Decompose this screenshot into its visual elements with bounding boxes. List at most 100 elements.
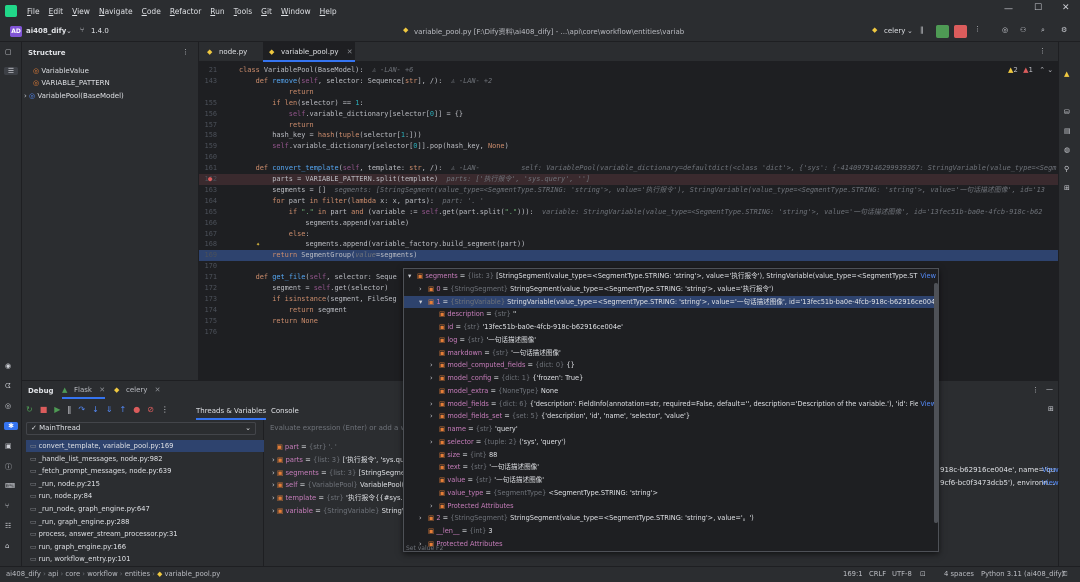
breakpoint-icon[interactable]: ● <box>208 174 212 185</box>
debug-tab-flask[interactable]: ▲ Flask ✕ <box>62 381 106 399</box>
code-line[interactable]: 166 segments.append(variable) <box>199 218 1058 229</box>
structure-options-icon[interactable]: ⋮ <box>182 48 189 56</box>
line-number[interactable]: 171 <box>199 272 217 283</box>
menu-help[interactable]: Help <box>320 7 337 16</box>
readonly-icon[interactable]: ⊡ <box>920 570 926 578</box>
menu-navigate[interactable]: Navigate <box>99 7 133 16</box>
structure-item[interactable]: ◎ VariableValue <box>33 67 89 75</box>
code-line[interactable]: 167 else: <box>199 229 1058 240</box>
code-line[interactable]: 156 self.variable_dictionary[selector[0]… <box>199 109 1058 120</box>
copilot-icon[interactable]: ◍ <box>1064 146 1070 154</box>
pause-icon[interactable]: ‖ <box>67 405 71 414</box>
code-line[interactable]: 164 for part in filter(lambda x: x, part… <box>199 196 1058 207</box>
tabs-more-icon[interactable]: ⋮ <box>1039 47 1046 55</box>
stack-frame[interactable]: ▭ process, answer_stream_processor.py:31 <box>30 528 178 540</box>
line-number[interactable]: 163 <box>199 185 217 196</box>
window-maximize-button[interactable]: ☐ <box>1034 3 1042 13</box>
run-services-icon[interactable]: ᗧ <box>5 382 11 391</box>
variable-value-popup[interactable]: ▾ ▣ segments = {list: 3} [StringSegment(v… <box>403 268 939 552</box>
popup-tree-row[interactable]: ▣ description = {str} '' <box>404 308 938 321</box>
stack-frame[interactable]: ▭ _run, graph_engine.py:288 <box>30 516 129 528</box>
coverage-icon[interactable]: ⊞ <box>1064 184 1070 192</box>
code-line[interactable]: 161 def convert_template(self, template:… <box>199 163 1058 174</box>
stack-frame[interactable]: ▭ run, workflow_entry.py:101 <box>30 553 130 565</box>
project-badge[interactable]: AD <box>10 26 22 37</box>
view-breakpoints-icon[interactable]: ● <box>133 405 140 414</box>
thread-select[interactable]: ✓ MainThread ⌄ <box>26 422 256 435</box>
code-line[interactable]: 165 if "." in part and (variable := self… <box>199 207 1058 218</box>
variable-row[interactable]: › ▣ parts = {list: 3} ['执行报令', 'sys.quer… <box>272 454 408 466</box>
tree-toggle-icon[interactable]: › <box>430 398 439 411</box>
line-number[interactable]: 143 <box>199 76 217 87</box>
popup-tree-row[interactable]: ▣ name = {str} 'query' <box>404 423 938 436</box>
step-into-my-code-icon[interactable]: ⇓ <box>106 405 113 414</box>
close-icon[interactable]: ✕ <box>99 386 105 394</box>
code-line[interactable]: 155 if len(selector) == 1: <box>199 98 1058 109</box>
chevron-right-icon[interactable]: › <box>24 92 27 100</box>
step-out-icon[interactable]: ↑ <box>120 405 127 414</box>
project-name[interactable]: ai408_dify <box>26 27 66 35</box>
stack-frame[interactable]: ▭ convert_template, variable_pool.py:169 <box>26 440 276 452</box>
python-packages-icon[interactable]: ◎ <box>5 402 11 410</box>
code-line[interactable]: 143 def remove(self, selector: Sequence[… <box>199 76 1058 87</box>
line-number[interactable]: 160 <box>199 152 217 163</box>
variable-row[interactable]: › ▣ template = {str} '执行报令{{#sys.que <box>272 492 408 504</box>
line-number[interactable]: 157 <box>199 120 217 131</box>
variable-row[interactable]: ▣ part = {str} '. ' <box>272 441 408 453</box>
line-number[interactable]: 156 <box>199 109 217 120</box>
popup-tree-row[interactable]: ▣ id = {str} '13fec51b-ba0e-4fcb-918c-b6… <box>404 321 938 334</box>
variable-row[interactable]: › ▣ segments = {list: 3} [StringSegmen <box>272 467 408 479</box>
structure-item[interactable]: ◎ VARIABLE_PATTERN <box>33 79 110 87</box>
more-icon[interactable]: ⋮ <box>161 405 169 414</box>
window-close-button[interactable]: ✕ <box>1062 3 1070 13</box>
caret-position[interactable]: 169:1 <box>843 570 863 578</box>
tree-toggle-icon[interactable]: › <box>430 436 439 449</box>
tree-toggle-icon[interactable]: ▾ <box>419 296 428 309</box>
python-interpreter[interactable]: Python 3.11 (ai408_dify) <box>981 570 1064 578</box>
line-number[interactable]: 21 <box>199 65 217 76</box>
view-link[interactable]: View <box>1042 466 1059 474</box>
popup-tree-row[interactable]: › ▣ selector = {tuple: 2} ('sys', 'query'… <box>404 436 938 449</box>
line-number[interactable]: 164 <box>199 196 217 207</box>
tree-toggle-icon[interactable]: › <box>430 359 439 372</box>
debug-icon[interactable]: ✱ <box>4 422 18 430</box>
code-line[interactable]: 168 ✦ segments.append(variable_factory.bu… <box>199 239 1058 250</box>
mute-breakpoints-icon[interactable]: ⊘ <box>147 405 154 414</box>
line-number[interactable]: 175 <box>199 316 217 327</box>
people-icon[interactable]: ⚇ <box>1020 26 1026 34</box>
code-line[interactable]: 162 ● parts = VARIABLE_PATTERN.split(temp… <box>199 174 1058 185</box>
stack-frame[interactable]: ▭ run, node.py:84 <box>30 490 92 502</box>
popup-tree-row[interactable]: ▾ ▣ 1 = {StringVariable} StringVariable(v… <box>404 295 938 309</box>
popup-tree-row[interactable]: › ▣ 2 = {StringSegment} StringSegment(val… <box>404 512 938 525</box>
popup-tree-row[interactable]: › ▣ model_fields_set = {set: 5} {'descrip… <box>404 410 938 423</box>
popup-tree-row[interactable]: › ▣ Protected Attributes <box>404 538 938 551</box>
tab-node-py[interactable]: ◆ node.py <box>201 42 261 62</box>
menu-edit[interactable]: Edit <box>49 7 64 16</box>
tree-toggle-icon[interactable]: › <box>430 372 439 385</box>
resume-icon[interactable]: ▶ <box>54 405 60 414</box>
python-console-icon[interactable]: ▣ <box>5 442 12 450</box>
view-link[interactable]: View <box>1042 479 1059 487</box>
layout-icon[interactable]: ⊞ <box>1048 405 1054 413</box>
popup-tree-row[interactable]: ▣ model_extra = {NoneType} None <box>404 385 938 398</box>
menu-tools[interactable]: Tools <box>234 7 252 16</box>
menu-run[interactable]: Run <box>210 7 224 16</box>
debug-minimize-icon[interactable]: — <box>1046 385 1053 393</box>
code-line[interactable]: 158 hash_key = hash(tuple(selector[1:])) <box>199 130 1058 141</box>
run-config-name[interactable]: celery <box>884 27 905 35</box>
tree-toggle-icon[interactable]: › <box>419 283 428 296</box>
stack-frame[interactable]: ▭ run, graph_engine.py:166 <box>30 541 126 553</box>
branch-name[interactable]: 1.4.0 <box>91 27 109 35</box>
run-config-chevron-icon[interactable]: ⌄ <box>907 27 913 35</box>
popup-tree-row[interactable]: › ▣ Protected Attributes <box>404 500 938 513</box>
code-line[interactable]: 163 segments = [] segments: [StringSegme… <box>199 185 1058 196</box>
pause-icon[interactable]: ‖ <box>920 26 924 34</box>
popup-tree-row[interactable]: ▣ value_type = {SegmentType} <SegmentTyp… <box>404 487 938 500</box>
popup-tree-row[interactable]: ▣ size = {int} 88 <box>404 449 938 462</box>
line-number[interactable]: 170 <box>199 261 217 272</box>
git-icon[interactable]: ⑂ <box>5 502 9 510</box>
line-number[interactable]: 172 <box>199 283 217 294</box>
subtab-console[interactable]: Console <box>271 407 299 415</box>
more-icon[interactable]: ⋮ <box>974 25 981 33</box>
plugins-icon[interactable]: ◉ <box>5 362 11 370</box>
